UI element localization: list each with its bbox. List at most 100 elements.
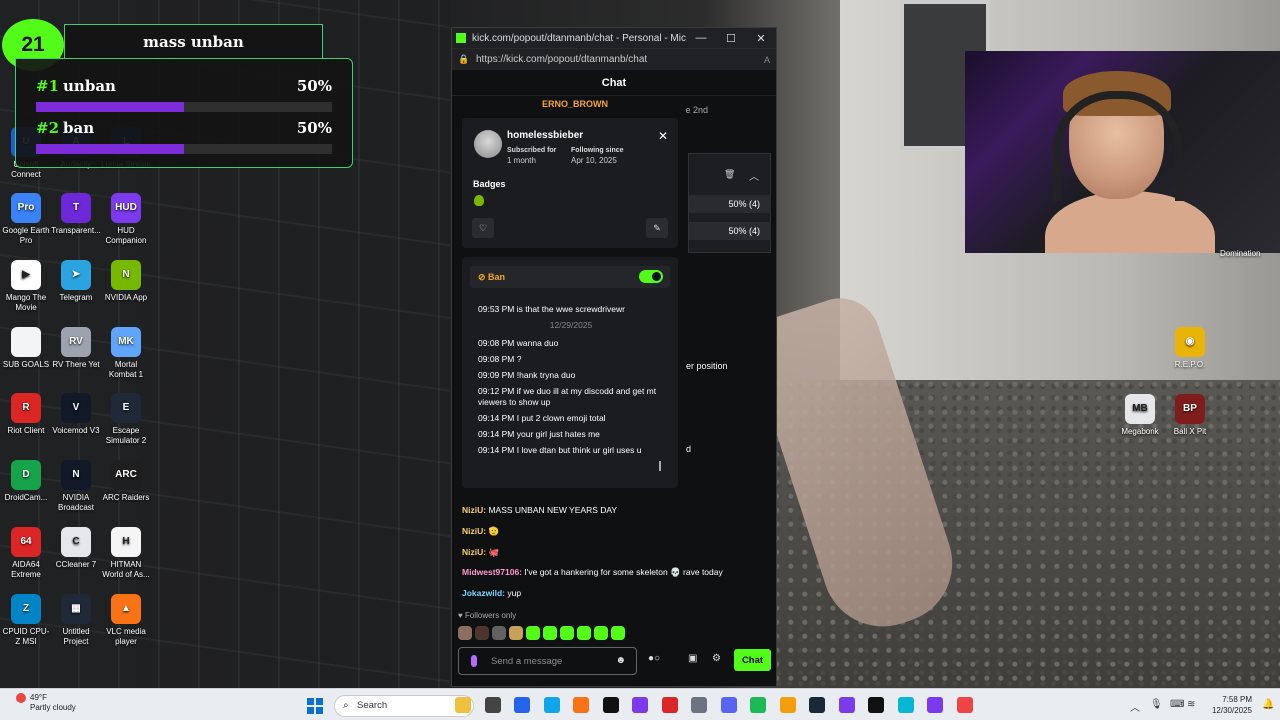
- chevron-up-icon[interactable]: ︿: [749, 168, 759, 183]
- desktop-icon[interactable]: ◉ R.E.P.O.: [1165, 327, 1215, 370]
- emote-icon[interactable]: [526, 626, 540, 640]
- desktop-icon[interactable]: E Escape Simulator 2: [101, 393, 151, 446]
- store-icon[interactable]: ▣: [688, 653, 697, 664]
- edit-button[interactable]: ✎: [646, 218, 668, 238]
- app-icon: ◉: [1175, 327, 1205, 357]
- message-input[interactable]: Send a message ☻: [458, 647, 637, 675]
- taskbar-app-icon[interactable]: [573, 697, 589, 713]
- desktop-icon[interactable]: R Riot Client: [1, 393, 51, 436]
- taskbar-app-icon[interactable]: [661, 697, 678, 713]
- maximize-icon[interactable]: ☐: [716, 32, 746, 45]
- chat-message[interactable]: Midwest97106: I've got a hankering for s…: [462, 567, 723, 578]
- taskbar-app-icon[interactable]: [750, 697, 766, 713]
- emote-icon[interactable]: [458, 626, 472, 640]
- emote-menu-icon[interactable]: ●○: [648, 653, 660, 664]
- window-titlebar[interactable]: kick.com/popout/dtanmanb/chat - Personal…: [452, 28, 776, 48]
- desktop-icon[interactable]: 64 AIDA64 Extreme: [1, 527, 51, 580]
- desktop-icon[interactable]: Pro Google Earth Pro: [1, 193, 51, 246]
- taskbar-app-icon[interactable]: [514, 697, 530, 713]
- desktop-icon[interactable]: V Voicemod V3: [51, 393, 101, 436]
- chevron-up-icon[interactable]: ︿: [1130, 699, 1140, 714]
- start-button[interactable]: [307, 698, 323, 714]
- chat-username[interactable]: Midwest97106:: [462, 567, 524, 577]
- taskbar-clock[interactable]: 7:58 PM 12/30/2025: [1206, 694, 1252, 716]
- desktop-icon[interactable]: N NVIDIA App: [101, 260, 151, 303]
- taskbar-app-icon[interactable]: [602, 697, 619, 713]
- taskbar-app-icon[interactable]: [779, 697, 796, 713]
- close-icon[interactable]: ✕: [746, 32, 776, 45]
- app-icon: R: [11, 393, 41, 423]
- desktop-icon[interactable]: RV RV There Yet: [51, 327, 101, 370]
- url-text: https://kick.com/popout/dtanmanb/chat: [476, 54, 648, 65]
- chat-username[interactable]: NiziU:: [462, 547, 488, 557]
- poll-bar-fill: [36, 144, 184, 154]
- desktop-icon[interactable]: Z CPUID CPU-Z MSI: [1, 594, 51, 647]
- desktop-icon-label: Voicemod V3: [52, 426, 100, 435]
- ban-toggle[interactable]: [639, 270, 663, 283]
- emote-icon[interactable]: [492, 626, 506, 640]
- desktop-icon[interactable]: C CCleaner 7: [51, 527, 101, 570]
- chat-username[interactable]: Jokazwild:: [462, 588, 507, 598]
- chat-message[interactable]: Jokazwild: yup: [462, 588, 521, 598]
- taskbar-app-icon[interactable]: [455, 697, 471, 713]
- heart-button[interactable]: ♡: [472, 218, 494, 238]
- desktop-icon[interactable]: ARC ARC Raiders: [101, 460, 151, 503]
- desktop-icon[interactable]: SUB GOALS: [1, 327, 51, 370]
- desktop-icon[interactable]: ➤ Telegram: [51, 260, 101, 303]
- read-aloud-icon[interactable]: A: [764, 55, 770, 65]
- desktop-icon[interactable]: D DroidCam...: [1, 460, 51, 503]
- desktop-icon[interactable]: ▲ VLC media player: [101, 594, 151, 647]
- mic-icon[interactable]: [471, 655, 477, 667]
- desktop-icon[interactable]: ▶ Mango The Movie: [1, 260, 51, 313]
- desktop-icon[interactable]: N NVIDIA Broadcast: [51, 460, 101, 513]
- notification-icon[interactable]: 🔔: [1262, 699, 1274, 710]
- desktop-icon[interactable]: BP Ball X Pit: [1165, 394, 1215, 437]
- weather-widget[interactable]: 49°F Partly cloudy: [16, 693, 76, 713]
- gear-icon[interactable]: ⚙: [712, 653, 721, 664]
- chat-text: yup: [507, 588, 522, 598]
- desktop-icon[interactable]: ▦ Untitled Project: [51, 594, 101, 647]
- user-card-username[interactable]: homelessbieber: [507, 130, 583, 141]
- chat-send-button[interactable]: Chat: [734, 649, 771, 671]
- desktop-icon[interactable]: MK Mortal Kombat 1: [101, 327, 151, 380]
- taskbar-app-icon[interactable]: [691, 697, 707, 713]
- taskbar-app-icon[interactable]: [868, 697, 884, 713]
- scrollbar[interactable]: [659, 461, 661, 471]
- taskbar-app-icon[interactable]: [809, 697, 825, 713]
- user-card: homelessbieber ✕ Subscribed for 1 month …: [462, 118, 678, 248]
- chat-username[interactable]: NiziU:: [462, 526, 488, 536]
- taskbar-app-icon[interactable]: [632, 697, 648, 713]
- taskbar-app-icon[interactable]: [838, 697, 855, 713]
- emote-icon[interactable]: [594, 626, 608, 640]
- desktop-icon[interactable]: H HITMAN World of As...: [101, 527, 151, 580]
- taskbar-app-icon[interactable]: [927, 697, 943, 713]
- emoji-icon[interactable]: ☻: [615, 655, 626, 666]
- close-icon[interactable]: ✕: [658, 129, 668, 143]
- taskbar-app-icon[interactable]: [720, 697, 737, 713]
- taskbar-app-icon[interactable]: [484, 697, 501, 713]
- emote-icon[interactable]: [543, 626, 557, 640]
- chat-message[interactable]: NiziU: MASS UNBAN NEW YEARS DAY: [462, 505, 617, 515]
- emote-icon[interactable]: [611, 626, 625, 640]
- desktop-icon[interactable]: MB Megabonk: [1115, 394, 1165, 437]
- taskbar-app-icon[interactable]: [543, 697, 560, 713]
- taskbar-app-icon[interactable]: [956, 697, 973, 713]
- mic-tray-icon[interactable]: 🎙: [1150, 699, 1163, 710]
- wifi-icon[interactable]: ≋: [1187, 699, 1195, 710]
- trash-icon[interactable]: 🗑: [724, 169, 735, 180]
- taskbar-search[interactable]: ⌕ Search: [334, 695, 474, 717]
- desktop-icon[interactable]: T Transparent...: [51, 193, 101, 236]
- desktop-icon[interactable]: HUD HUD Companion: [101, 193, 151, 246]
- chat-message[interactable]: NiziU: 🐙: [462, 547, 499, 558]
- emote-icon[interactable]: [475, 626, 489, 640]
- address-bar[interactable]: 🔒 https://kick.com/popout/dtanmanb/chat …: [452, 48, 776, 70]
- taskbar-app-icon[interactable]: [897, 697, 914, 713]
- emote-icon[interactable]: [509, 626, 523, 640]
- chat-username[interactable]: NiziU:: [462, 505, 488, 515]
- chat-message[interactable]: NiziU: 🫡: [462, 526, 499, 537]
- emote-icon[interactable]: [560, 626, 574, 640]
- emote-icon[interactable]: [577, 626, 591, 640]
- minimize-icon[interactable]: —: [686, 32, 716, 44]
- app-icon: ➤: [61, 260, 91, 290]
- language-icon[interactable]: ⌨: [1170, 699, 1184, 710]
